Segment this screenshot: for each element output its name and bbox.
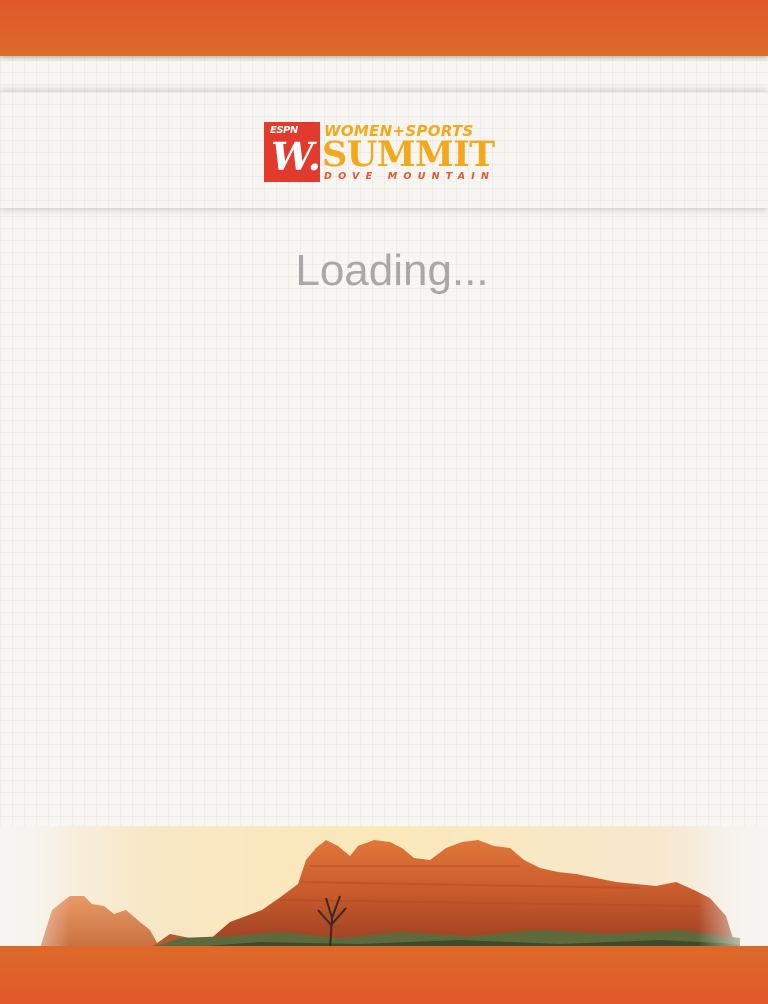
logo-line-location: DOVE MOUNTAIN (324, 171, 496, 182)
w-glyph: W. (271, 134, 321, 179)
top-bar (0, 0, 768, 56)
logo-line-summit: SUMMIT (322, 134, 495, 175)
mountain-landscape-illustration (0, 826, 768, 948)
mountain-scenery-image (0, 826, 768, 948)
loading-text: Loading... (295, 246, 489, 295)
espn-w-logo-mark: ESPN W. (264, 122, 321, 182)
event-logo: ESPN W. WOMEN+SPORTS SUMMIT DOVE MOUNTAI… (264, 122, 504, 182)
bottom-bar (0, 946, 768, 1004)
